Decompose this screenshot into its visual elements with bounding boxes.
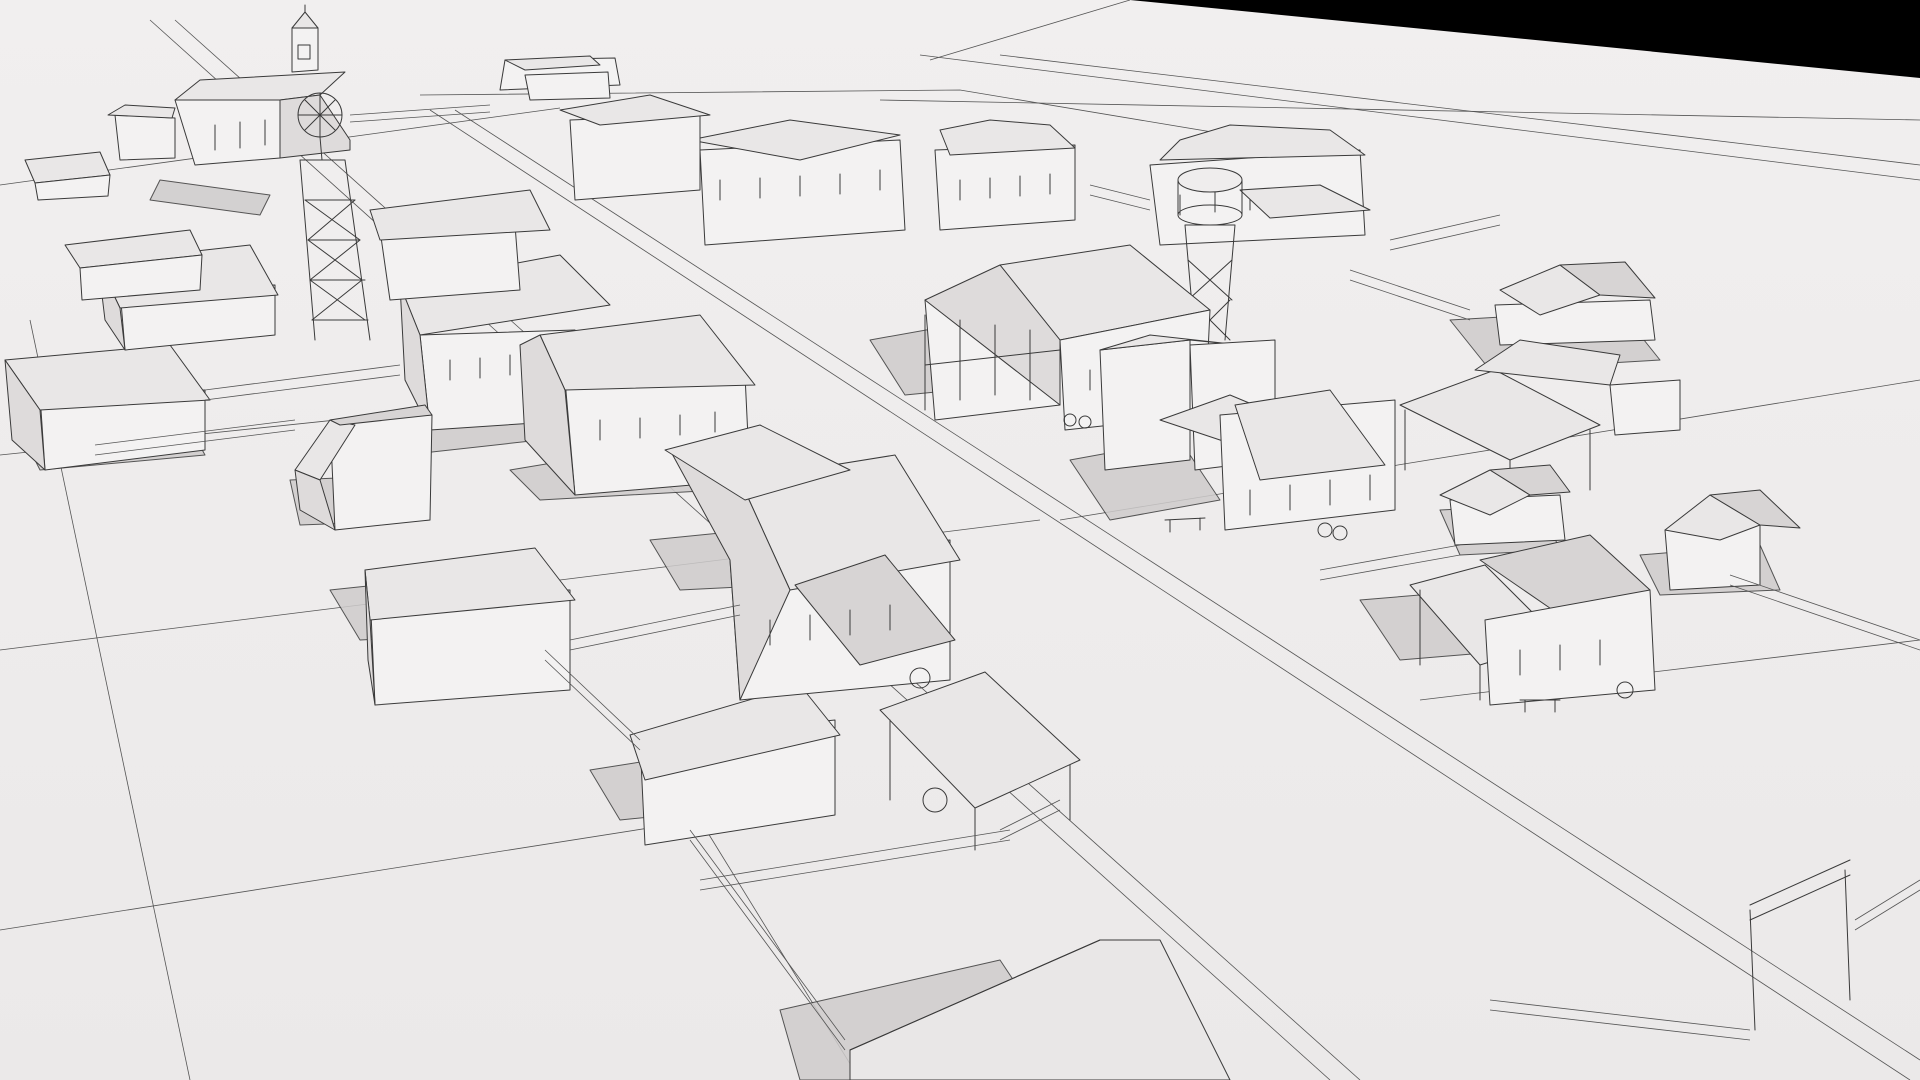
barn-left-4 bbox=[24, 151, 111, 201]
barn-left-1 bbox=[4, 344, 211, 471]
town-render bbox=[0, 0, 1920, 1080]
sheriff-office bbox=[934, 119, 1076, 231]
